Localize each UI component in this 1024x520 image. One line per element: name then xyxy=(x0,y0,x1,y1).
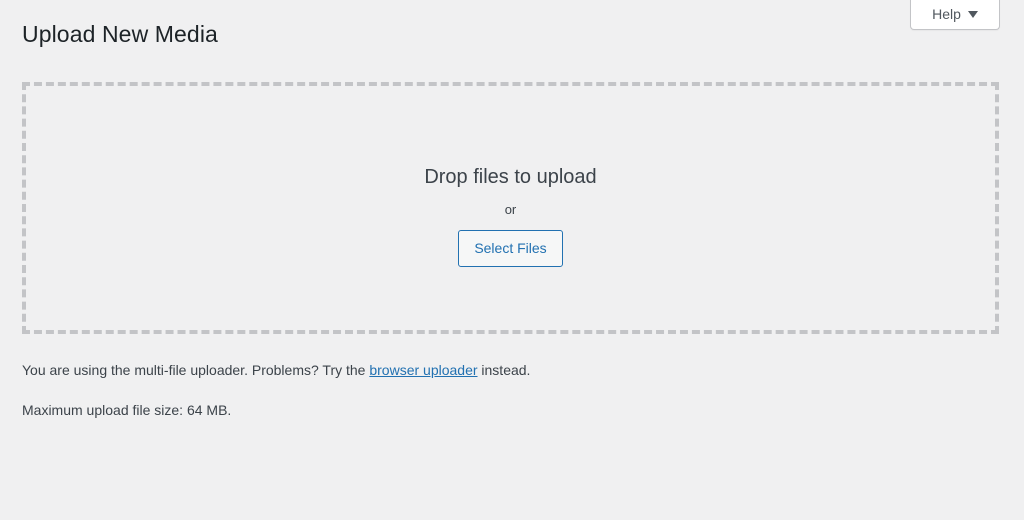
uploader-note-prefix: You are using the multi-file uploader. P… xyxy=(22,362,370,378)
help-tab[interactable]: Help xyxy=(910,0,1000,30)
drop-instructions: Drop files to upload or Select Files xyxy=(424,163,597,267)
help-tab-label: Help xyxy=(932,6,961,22)
file-drop-zone[interactable]: Drop files to upload or Select Files xyxy=(22,82,999,334)
uploader-note-suffix: instead. xyxy=(477,362,531,378)
drop-separator-label: or xyxy=(504,202,517,217)
select-files-button[interactable]: Select Files xyxy=(458,230,563,267)
multi-file-uploader-note: You are using the multi-file uploader. P… xyxy=(22,360,530,381)
page-title: Upload New Media xyxy=(22,21,218,47)
browser-uploader-link[interactable]: browser uploader xyxy=(369,362,477,378)
max-upload-size-note: Maximum upload file size: 64 MB. xyxy=(22,402,232,418)
help-tab-inner: Help xyxy=(932,7,978,25)
drop-headline: Drop files to upload xyxy=(424,166,597,188)
chevron-down-icon xyxy=(967,10,978,18)
